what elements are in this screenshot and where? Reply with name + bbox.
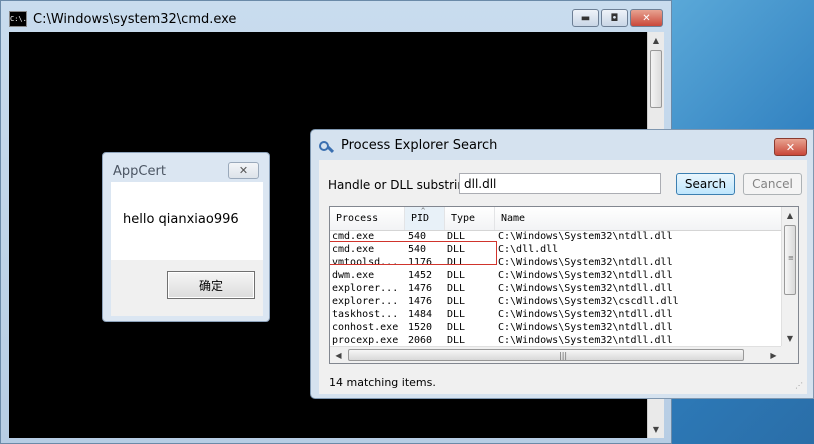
table-row[interactable]: conhost.exe 1520 DLL C:\Windows\System32\nt…: [330, 321, 782, 334]
cell-type: DLL: [447, 296, 466, 307]
results-vertical-scrollbar[interactable]: ▲ ≡ ▼: [781, 207, 798, 347]
scrollbar-thumb[interactable]: ≡: [784, 225, 796, 295]
column-header-name[interactable]: Name: [495, 207, 782, 230]
maximize-icon: ◘: [610, 12, 619, 24]
cell-process: dwm.exe: [332, 270, 375, 281]
table-row[interactable]: explorer... 1476 DLL C:\Windows\System32\nt…: [330, 282, 782, 295]
cell-name: C:\Windows\System32\cscdll.dll: [498, 296, 679, 307]
results-header: Process ^ PID Type Name: [330, 207, 782, 231]
table-row[interactable]: cmd.exe 540 DLL C:\Windows\System32\ntdll.d…: [330, 230, 782, 243]
cell-process: vmtoolsd...: [332, 257, 399, 268]
cell-process: cmd.exe: [332, 244, 375, 255]
minimize-button[interactable]: ▬: [572, 9, 599, 27]
scrollbar-corner: [781, 346, 798, 363]
resize-grip-icon[interactable]: ⋰: [795, 381, 803, 390]
cell-process: conhost.exe: [332, 322, 399, 333]
table-row[interactable]: explorer... 1476 DLL C:\Windows\System32\cs…: [330, 295, 782, 308]
substring-label: Handle or DLL substring:: [328, 178, 477, 192]
cell-pid: 1476: [408, 296, 433, 307]
cell-type: DLL: [447, 257, 466, 268]
cell-type: DLL: [447, 231, 466, 242]
table-row[interactable]: vmtoolsd... 1176 DLL C:\Windows\System32\nt…: [330, 256, 782, 269]
cell-pid: 540: [408, 231, 427, 242]
search-client-area: Handle or DLL substring: Search Cancel P…: [319, 160, 807, 394]
appcert-dialog: AppCert ✕ hello qianxiao996 确定: [102, 152, 270, 322]
cell-type: DLL: [447, 322, 466, 333]
scroll-left-arrow-icon[interactable]: ◀: [330, 347, 347, 363]
appcert-message-area: hello qianxiao996: [111, 182, 263, 260]
table-row[interactable]: taskhost... 1484 DLL C:\Windows\System32\nt…: [330, 308, 782, 321]
cell-name: C:\Windows\System32\ntdll.dll: [498, 231, 673, 242]
search-close-button[interactable]: ✕: [774, 138, 807, 156]
column-header-process[interactable]: Process: [330, 207, 405, 230]
cell-type: DLL: [447, 309, 466, 320]
close-icon: ✕: [238, 164, 249, 177]
scroll-up-arrow-icon[interactable]: ▲: [648, 32, 664, 49]
cell-name: C:\Windows\System32\ntdll.dll: [498, 257, 673, 268]
cell-name: C:\Windows\System32\ntdll.dll: [498, 270, 673, 281]
scroll-down-arrow-icon[interactable]: ▼: [648, 421, 664, 438]
close-button[interactable]: ✕: [630, 9, 663, 27]
search-button[interactable]: Search: [676, 173, 735, 195]
scrollbar-thumb[interactable]: [650, 50, 662, 108]
ok-button[interactable]: 确定: [167, 271, 255, 299]
cell-pid: 1452: [408, 270, 433, 281]
cell-process: taskhost...: [332, 309, 399, 320]
scrollbar-thumb[interactable]: |||: [348, 349, 744, 361]
cell-pid: 1484: [408, 309, 433, 320]
close-icon: ✕: [642, 12, 651, 24]
status-text: 14 matching items.: [329, 376, 436, 389]
cmd-app-icon[interactable]: C:\.: [9, 11, 27, 27]
substring-input[interactable]: [459, 173, 661, 194]
cmd-window-title: C:\Windows\system32\cmd.exe: [33, 11, 237, 27]
cell-type: DLL: [447, 244, 466, 255]
appcert-title: AppCert: [113, 164, 166, 179]
column-header-pid[interactable]: ^ PID: [405, 207, 445, 230]
cell-name: C:\dll.dll: [498, 244, 559, 255]
cell-process: explorer...: [332, 283, 399, 294]
appcert-close-button[interactable]: ✕: [228, 162, 259, 179]
search-window-title: Process Explorer Search: [341, 138, 498, 153]
magnifier-icon: [319, 139, 335, 153]
scroll-right-arrow-icon[interactable]: ▶: [765, 347, 782, 363]
sort-ascending-icon: ^: [421, 207, 426, 215]
cell-pid: 1476: [408, 283, 433, 294]
cell-type: DLL: [447, 270, 466, 281]
column-header-type[interactable]: Type: [445, 207, 495, 230]
minimize-icon: ▬: [580, 12, 591, 24]
cell-process: cmd.exe: [332, 231, 375, 242]
cancel-button[interactable]: Cancel: [743, 173, 802, 195]
results-rows: cmd.exe 540 DLL C:\Windows\System32\ntdll.d…: [330, 230, 782, 360]
search-title-bar[interactable]: Process Explorer Search: [319, 138, 497, 153]
close-icon: ✕: [785, 140, 796, 154]
cell-process: explorer...: [332, 296, 399, 307]
cell-name: C:\Windows\System32\ntdll.dll: [498, 309, 673, 320]
results-list[interactable]: Process ^ PID Type Name cmd.exe 540 DLL C:\…: [329, 206, 799, 364]
cell-pid: 540: [408, 244, 427, 255]
appcert-footer: 确定: [111, 260, 263, 316]
cell-name: C:\Windows\System32\ntdll.dll: [498, 283, 673, 294]
scroll-up-arrow-icon[interactable]: ▲: [782, 207, 798, 224]
appcert-message: hello qianxiao996: [123, 212, 239, 227]
cell-name: C:\Windows\System32\ntdll.dll: [498, 322, 673, 333]
cmd-window-controls: ▬ ◘ ✕: [570, 9, 663, 27]
table-row[interactable]: dwm.exe 1452 DLL C:\Windows\System32\ntdll.…: [330, 269, 782, 282]
scroll-down-arrow-icon[interactable]: ▼: [782, 330, 798, 347]
maximize-button[interactable]: ◘: [601, 9, 628, 27]
cell-type: DLL: [447, 283, 466, 294]
process-explorer-search-window: Process Explorer Search ✕ Handle or DLL …: [310, 129, 814, 399]
cmd-title-bar[interactable]: C:\. C:\Windows\system32\cmd.exe: [9, 9, 236, 29]
cell-pid: 1520: [408, 322, 433, 333]
table-row[interactable]: cmd.exe 540 DLL C:\dll.dll: [330, 243, 782, 256]
results-horizontal-scrollbar[interactable]: ◀ ||| ▶: [330, 346, 782, 363]
cell-pid: 1176: [408, 257, 433, 268]
